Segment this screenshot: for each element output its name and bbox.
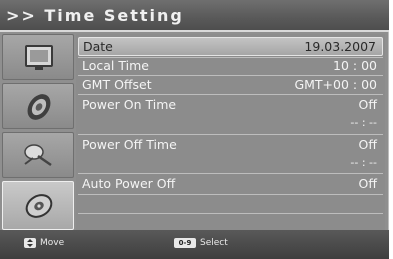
setting-value: 10 : 00 — [333, 58, 377, 73]
sidebar-item-picture[interactable] — [2, 34, 74, 80]
setting-label: Auto Power Off — [82, 176, 176, 191]
footer-hint-move: Move — [24, 238, 64, 248]
sidebar-item-system[interactable] — [2, 181, 74, 230]
footer-bar: Move 0-9 Select — [0, 230, 389, 259]
sidebar-item-installation[interactable] — [2, 132, 74, 178]
setting-value: Off — [358, 176, 377, 191]
setting-label: Power Off Time — [82, 137, 177, 152]
setting-value: Off — [358, 137, 377, 152]
divider — [78, 134, 383, 135]
setting-value: GMT+00 : 00 — [294, 77, 377, 92]
sidebar-item-sound[interactable] — [2, 83, 74, 129]
setting-row-date[interactable]: Date 19.03.2007 — [78, 37, 383, 56]
divider — [78, 173, 383, 174]
setting-value: 19.03.2007 — [304, 39, 376, 54]
divider — [78, 75, 383, 76]
title-bar: >> Time Setting — [0, 0, 389, 32]
setting-label: Power On Time — [82, 97, 177, 112]
disc-settings-icon — [25, 194, 53, 218]
setting-value: Off — [358, 97, 377, 112]
setting-time-value: -- : -- — [350, 156, 377, 169]
footer-select-label: Select — [200, 238, 228, 248]
page-title: >> Time Setting — [6, 6, 184, 25]
settings-panel: Date 19.03.2007 Local Time 10 : 00 GMT O… — [76, 34, 385, 230]
tv-screen-icon — [25, 45, 53, 70]
setting-time-value: -- : -- — [350, 116, 377, 129]
time-setting-window: >> Time Setting Date 19.03.2007 Local Ti… — [0, 0, 389, 259]
category-sidebar — [2, 34, 74, 230]
footer-hint-select: 0-9 Select — [174, 238, 228, 248]
setting-label: Local Time — [82, 58, 149, 73]
divider — [78, 194, 383, 195]
divider — [78, 213, 383, 214]
number-keys-icon: 0-9 — [174, 238, 196, 248]
satellite-dish-icon — [24, 144, 52, 167]
setting-label: GMT Offset — [82, 77, 152, 92]
speaker-icon — [27, 94, 51, 120]
divider — [78, 94, 383, 95]
up-down-arrow-icon — [24, 238, 36, 248]
footer-move-label: Move — [40, 238, 65, 248]
setting-label: Date — [83, 39, 113, 54]
